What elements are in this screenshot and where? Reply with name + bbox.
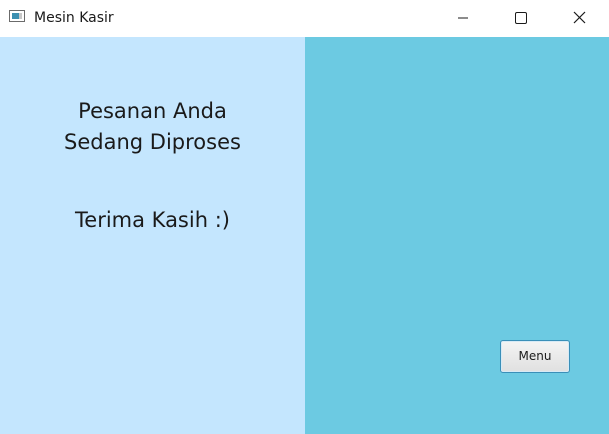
menu-button[interactable]: Menu [500, 340, 570, 373]
action-panel [305, 37, 609, 434]
maximize-icon [515, 12, 527, 24]
close-button[interactable] [556, 0, 602, 36]
order-status-line-2: Sedang Diproses [64, 130, 241, 154]
order-status-line-1: Pesanan Anda [78, 99, 227, 123]
minimize-icon [458, 17, 468, 19]
window-title: Mesin Kasir [34, 10, 114, 26]
title-bar[interactable]: Mesin Kasir [0, 0, 609, 37]
close-icon [573, 11, 586, 24]
minimize-button[interactable] [440, 0, 486, 36]
app-window-icon [9, 10, 25, 22]
message-panel: Pesanan Anda Sedang Diproses Terima Kasi… [0, 37, 305, 434]
thank-you-message: Terima Kasih :) [75, 208, 230, 232]
maximize-button[interactable] [498, 0, 544, 36]
app-window: Mesin Kasir Pesanan Anda Sedang Diproses… [0, 0, 609, 434]
main-content: Pesanan Anda Sedang Diproses Terima Kasi… [0, 37, 609, 434]
